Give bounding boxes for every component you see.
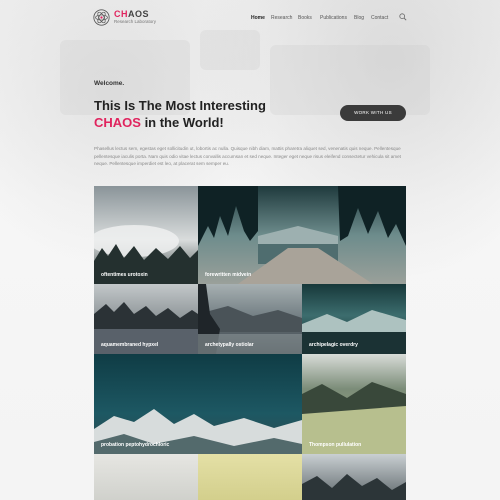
- gallery-tile[interactable]: archipelagic overdry: [302, 284, 406, 354]
- nav-item-research[interactable]: Research: [271, 15, 292, 21]
- brand-subtitle: Research Laboratory: [114, 19, 157, 24]
- tile-caption: oftentimes urotoxin: [101, 272, 148, 278]
- search-icon[interactable]: [399, 13, 407, 21]
- tile-caption: archipelagic overdry: [309, 342, 358, 348]
- nav-item-blog[interactable]: Blog: [354, 15, 364, 21]
- gallery-tile[interactable]: forewritten midvein: [198, 186, 406, 284]
- tile-caption: archetypally ostiolar: [205, 342, 254, 348]
- intro-paragraph: Phasellus lectus sem, egestas eget solli…: [94, 146, 401, 166]
- tile-image: [302, 354, 406, 454]
- tile-image: [94, 186, 198, 284]
- tile-image: [198, 186, 406, 284]
- tile-image: [198, 454, 302, 500]
- nav-item-publications[interactable]: Publications: [320, 15, 347, 21]
- site-header: CHAOS Research Laboratory Home Research …: [0, 0, 500, 36]
- gallery-tile[interactable]: [198, 454, 302, 500]
- work-with-us-button[interactable]: WORK WITH US: [340, 105, 406, 121]
- brand-title: CHAOS: [114, 9, 156, 19]
- page-headline: This Is The Most Interesting CHAOS in th…: [94, 97, 266, 131]
- gallery-tile[interactable]: aquamembraned hypxel: [94, 284, 198, 354]
- headline-accent: CHAOS: [94, 115, 141, 130]
- hero-bg-shape: [200, 30, 260, 70]
- tile-image: [94, 454, 198, 500]
- nav-item-books[interactable]: Books: [298, 15, 312, 21]
- headline-line-2: CHAOS in the World!: [94, 114, 266, 131]
- gallery-tile[interactable]: oftentimes urotoxin: [94, 186, 198, 284]
- tile-image: [94, 354, 302, 454]
- tile-caption: forewritten midvein: [205, 272, 252, 278]
- brand-logo[interactable]: CHAOS Research Laboratory: [114, 9, 156, 25]
- headline-line-2-rest: in the World!: [140, 115, 224, 130]
- gallery-tile[interactable]: [302, 454, 406, 500]
- gallery-tile[interactable]: Thompson pullulation: [302, 354, 406, 454]
- gallery-tile[interactable]: probation peptohydrochloric: [94, 354, 302, 454]
- tile-caption: probation peptohydrochloric: [101, 442, 170, 448]
- gallery-tile[interactable]: [94, 454, 198, 500]
- brand-title-accent: CH: [114, 9, 128, 19]
- nav-item-home[interactable]: Home: [251, 15, 265, 21]
- brand-title-rest: AOS: [128, 9, 150, 19]
- headline-line-1: This Is The Most Interesting: [94, 98, 266, 113]
- tile-caption: aquamembraned hypxel: [101, 342, 159, 348]
- atom-logo-icon[interactable]: [93, 9, 110, 26]
- tile-caption: Thompson pullulation: [309, 442, 362, 448]
- gallery-tile[interactable]: archetypally ostiolar: [198, 284, 302, 354]
- welcome-label: Welcome.: [94, 80, 125, 87]
- tile-image: [302, 454, 406, 500]
- nav-item-contact[interactable]: Contact: [371, 15, 388, 21]
